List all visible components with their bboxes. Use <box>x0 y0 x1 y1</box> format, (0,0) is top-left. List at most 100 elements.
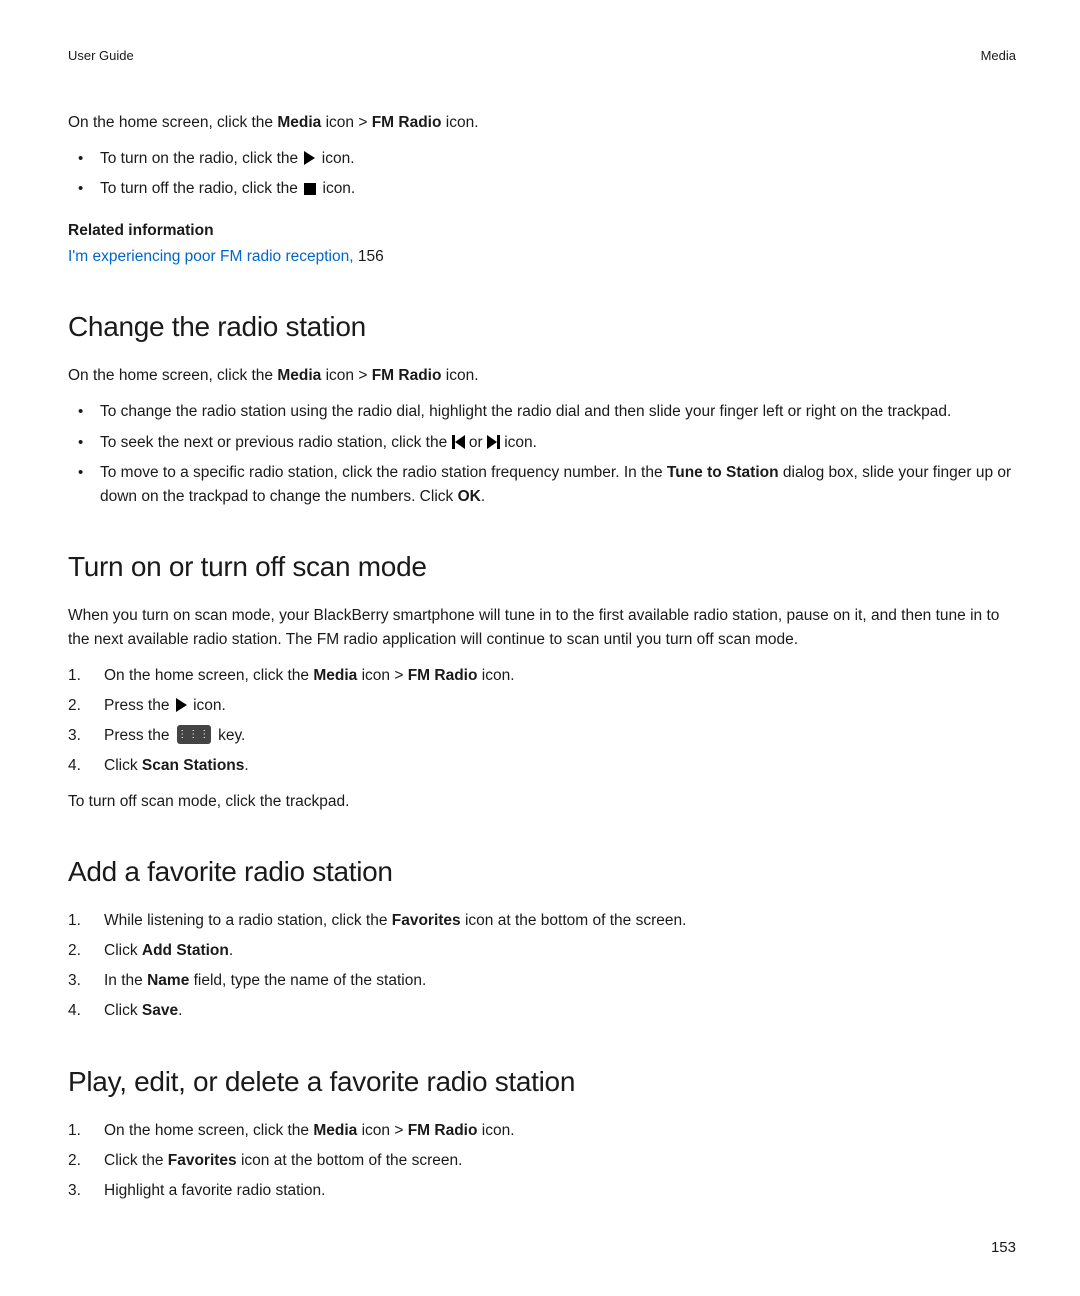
text: Click the <box>104 1152 168 1169</box>
media-label: Media <box>313 1122 357 1139</box>
header-left: User Guide <box>68 48 134 63</box>
list-item: To turn on the radio, click the icon. <box>96 147 1016 171</box>
list-item: To turn off the radio, click the icon. <box>96 177 1016 201</box>
list-item: 4.Click Scan Stations. <box>68 754 1016 778</box>
section-heading-add-favorite: Add a favorite radio station <box>68 850 1016 893</box>
text: Press the <box>104 697 174 714</box>
text: To turn on the radio, click the <box>100 150 302 167</box>
step-content: Highlight a favorite radio station. <box>104 1179 1016 1203</box>
step-number: 2. <box>68 939 104 963</box>
step-number: 1. <box>68 1119 104 1143</box>
text: . <box>244 757 248 774</box>
ok-label: OK <box>458 488 481 505</box>
text: To seek the next or previous radio stati… <box>100 434 452 451</box>
sec4-steps: 1.On the home screen, click the Media ic… <box>68 1119 1016 1203</box>
step-number: 4. <box>68 754 104 778</box>
text: icon at the bottom of the screen. <box>237 1152 463 1169</box>
text: In the <box>104 972 147 989</box>
step-number: 2. <box>68 1149 104 1173</box>
media-label: Media <box>313 667 357 684</box>
list-item: 1.While listening to a radio station, cl… <box>68 909 1016 933</box>
step-content: Press the key. <box>104 724 1016 748</box>
text: field, type the name of the station. <box>189 972 426 989</box>
sec1-bullets: To change the radio station using the ra… <box>68 400 1016 508</box>
list-item: 2.Click the Favorites icon at the bottom… <box>68 1149 1016 1173</box>
list-item: To move to a specific radio station, cli… <box>96 461 1016 509</box>
sec2-intro: When you turn on scan mode, your BlackBe… <box>68 604 1016 652</box>
text: key. <box>214 727 246 744</box>
text: While listening to a radio station, clic… <box>104 912 392 929</box>
step-content: Click Save. <box>104 999 1016 1023</box>
header-right: Media <box>981 48 1016 63</box>
text: Click <box>104 942 142 959</box>
list-item: 3.Highlight a favorite radio station. <box>68 1179 1016 1203</box>
step-content: Press the icon. <box>104 694 1016 718</box>
intro-bullets: To turn on the radio, click the icon. To… <box>68 147 1016 201</box>
fm-radio-label: FM Radio <box>372 114 442 131</box>
list-item: 2.Click Add Station. <box>68 939 1016 963</box>
text: To change the radio station using the ra… <box>100 403 951 420</box>
text: On the home screen, click the <box>68 367 277 384</box>
fm-radio-label: FM Radio <box>372 367 442 384</box>
text: icon. <box>318 180 355 197</box>
page-body: On the home screen, click the Media icon… <box>68 111 1016 1203</box>
text: or <box>465 434 487 451</box>
step-number: 1. <box>68 909 104 933</box>
stop-icon <box>304 183 316 195</box>
favorites-label: Favorites <box>392 912 461 929</box>
text: icon. <box>189 697 226 714</box>
step-content: In the Name field, type the name of the … <box>104 969 1016 993</box>
intro-paragraph: On the home screen, click the Media icon… <box>68 111 1016 135</box>
step-content: Click the Favorites icon at the bottom o… <box>104 1149 1016 1173</box>
next-track-icon <box>487 435 500 449</box>
related-info-heading: Related information <box>68 219 1016 243</box>
text: Click <box>104 1002 142 1019</box>
text: To move to a specific radio station, cli… <box>100 464 667 481</box>
text: To turn off the radio, click the <box>100 180 302 197</box>
page-number: 153 <box>991 1239 1016 1256</box>
sec3-steps: 1.While listening to a radio station, cl… <box>68 909 1016 1023</box>
related-info-link-row: I'm experiencing poor FM radio reception… <box>68 245 1016 269</box>
tune-to-station-label: Tune to Station <box>667 464 779 481</box>
text: icon at the bottom of the screen. <box>461 912 687 929</box>
text: icon. <box>500 434 537 451</box>
page-header: User Guide Media <box>68 48 1016 63</box>
related-link[interactable]: I'm experiencing poor FM radio reception… <box>68 248 354 265</box>
menu-key-icon <box>177 725 211 744</box>
play-icon <box>304 151 315 165</box>
text: icon > <box>357 1122 407 1139</box>
step-number: 3. <box>68 724 104 748</box>
list-item: 1.On the home screen, click the Media ic… <box>68 1119 1016 1143</box>
fm-radio-label: FM Radio <box>408 667 478 684</box>
text: icon > <box>321 114 371 131</box>
text: On the home screen, click the <box>104 667 313 684</box>
text: icon. <box>441 114 478 131</box>
text: On the home screen, click the <box>68 114 277 131</box>
text: . <box>178 1002 182 1019</box>
scan-stations-label: Scan Stations <box>142 757 245 774</box>
text: . <box>229 942 233 959</box>
text: . <box>481 488 485 505</box>
list-item: 4.Click Save. <box>68 999 1016 1023</box>
list-item: To change the radio station using the ra… <box>96 400 1016 424</box>
favorites-label: Favorites <box>168 1152 237 1169</box>
text: icon. <box>317 150 354 167</box>
step-number: 4. <box>68 999 104 1023</box>
step-content: While listening to a radio station, clic… <box>104 909 1016 933</box>
step-number: 3. <box>68 1179 104 1203</box>
related-page-ref: 156 <box>354 248 384 265</box>
text: icon > <box>321 367 371 384</box>
text: Highlight a favorite radio station. <box>104 1182 325 1199</box>
step-number: 1. <box>68 664 104 688</box>
media-label: Media <box>277 367 321 384</box>
previous-track-icon <box>452 435 465 449</box>
text: icon. <box>441 367 478 384</box>
section-heading-change-station: Change the radio station <box>68 305 1016 348</box>
step-content: On the home screen, click the Media icon… <box>104 664 1016 688</box>
fm-radio-label: FM Radio <box>408 1122 478 1139</box>
text: icon > <box>357 667 407 684</box>
play-icon <box>176 698 187 712</box>
text: icon. <box>477 667 514 684</box>
media-label: Media <box>277 114 321 131</box>
text: Press the <box>104 727 174 744</box>
